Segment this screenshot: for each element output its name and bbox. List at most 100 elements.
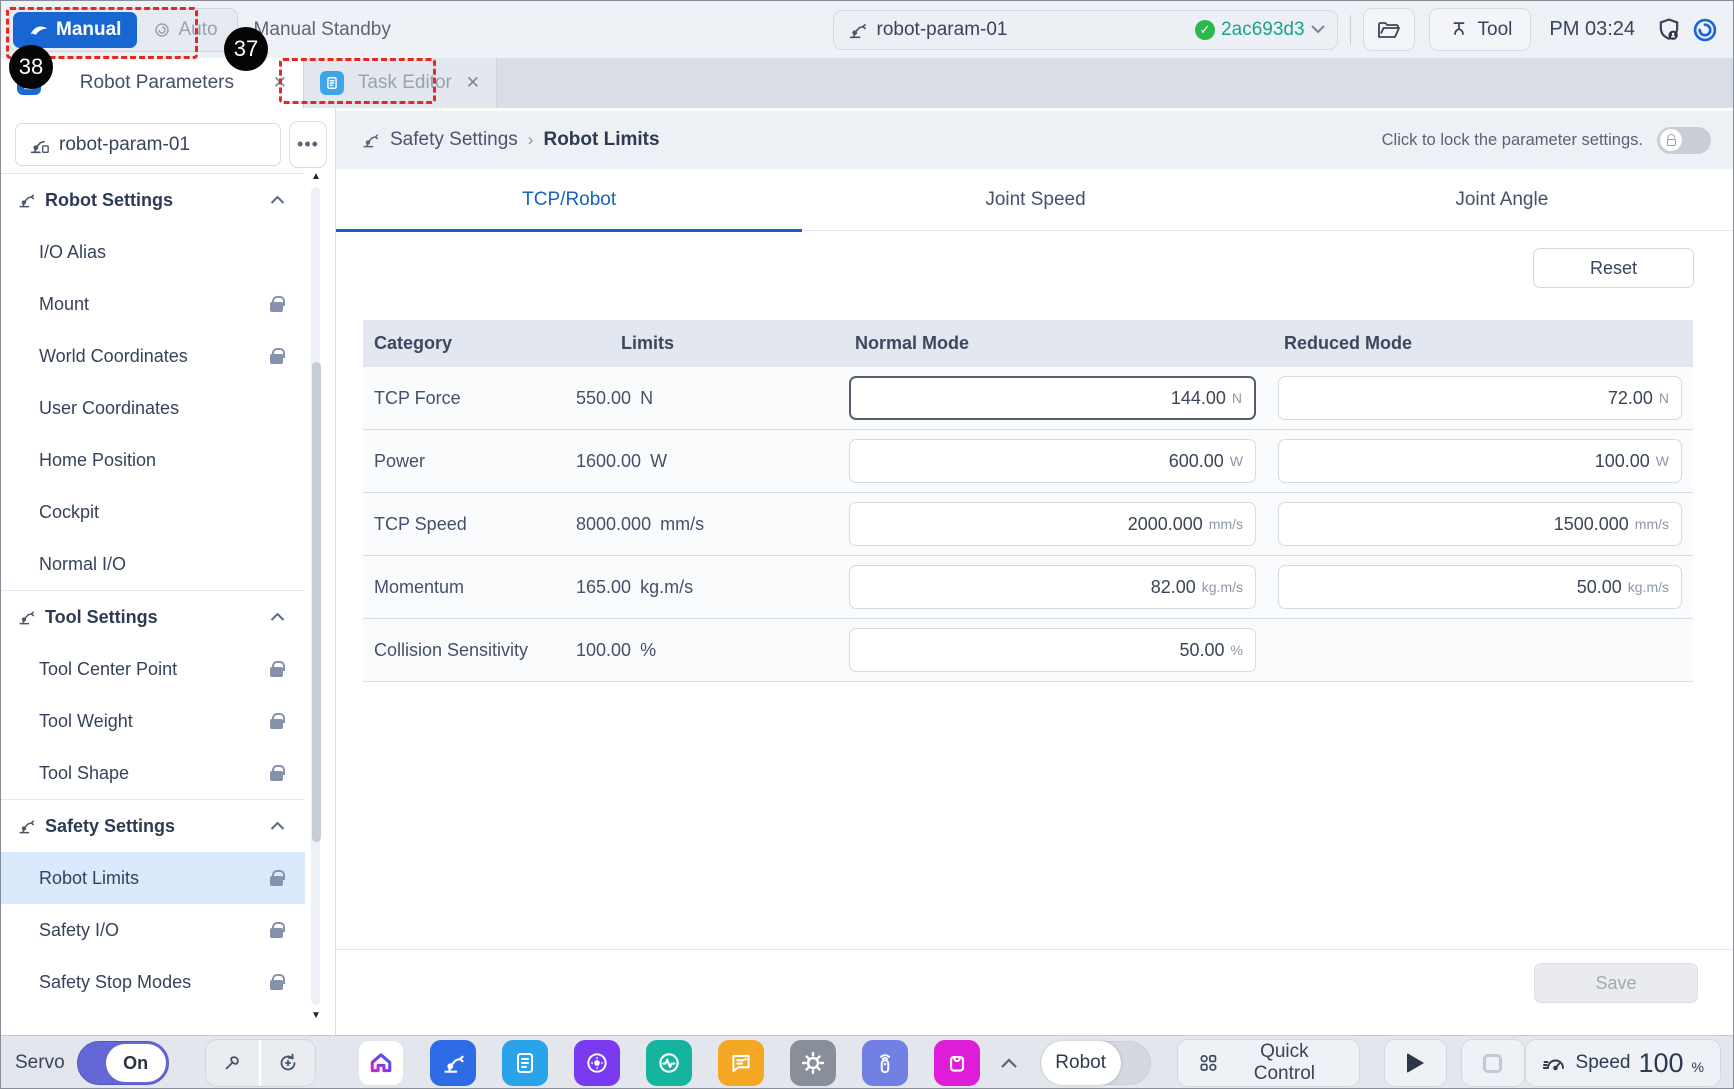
- commit-id: 2ac693d3: [1221, 19, 1304, 41]
- sidebar-item-safety-io[interactable]: Safety I/O: [1, 904, 305, 956]
- app-window: Manual Auto Manual Standby robot-param-0…: [0, 0, 1734, 1089]
- reduced-mode-input[interactable]: 72.00N: [1278, 376, 1682, 420]
- chevron-right-icon: ›: [528, 130, 534, 150]
- close-icon[interactable]: ✕: [466, 73, 480, 93]
- chevron-down-icon: [1311, 25, 1325, 34]
- reduced-mode-input[interactable]: 100.00W: [1278, 439, 1682, 483]
- col-normal-mode: Normal Mode: [849, 333, 1270, 354]
- normal-mode-input[interactable]: 82.00kg.m/s: [849, 565, 1256, 609]
- scroll-down-arrow[interactable]: ▼: [310, 1010, 322, 1021]
- sidebar-item-robot-limits[interactable]: Robot Limits: [1, 852, 305, 904]
- section-header-safety-settings[interactable]: Safety Settings: [1, 800, 305, 852]
- log-app-icon[interactable]: [718, 1040, 764, 1086]
- tab-tcp-robot[interactable]: TCP/Robot: [336, 169, 802, 230]
- workspace-tab-bar: Robot Parameters ✕ Task Editor ✕: [1, 58, 1733, 108]
- parameter-file-selector[interactable]: robot-param-01 ✓ 2ac693d3: [833, 10, 1338, 50]
- row-category: TCP Speed: [363, 514, 576, 535]
- lock-icon: [270, 980, 283, 990]
- toggle-knob: [1660, 129, 1682, 151]
- more-icon: •••: [297, 134, 319, 154]
- row-limit: 1600.00W: [576, 451, 849, 472]
- quick-control-button[interactable]: Quick Control: [1177, 1039, 1361, 1087]
- param-name-label: robot-param-01: [59, 134, 190, 156]
- sidebar-more-button[interactable]: •••: [289, 121, 327, 168]
- remote-control-app-icon[interactable]: [862, 1040, 908, 1086]
- sidebar-item-safety-stop-modes[interactable]: Safety Stop Modes: [1, 956, 305, 1008]
- robot-toggle-label: Robot: [1041, 1041, 1121, 1085]
- col-limits: Limits: [576, 333, 849, 354]
- main-header: Safety Settings › Robot Limits Click to …: [336, 111, 1734, 169]
- servo-toggle[interactable]: On: [77, 1041, 169, 1085]
- normal-mode-input[interactable]: 2000.000mm/s: [849, 502, 1256, 546]
- sidebar-item-normal-io[interactable]: Normal I/O: [1, 538, 305, 590]
- speed-button[interactable]: Speed 100 %: [1525, 1039, 1721, 1087]
- col-category: Category: [363, 333, 576, 354]
- home-icon[interactable]: [358, 1040, 404, 1086]
- dock-collapse-chevron[interactable]: [1000, 1058, 1018, 1069]
- sidebar-item-tool-weight[interactable]: Tool Weight: [1, 695, 305, 747]
- open-file-button[interactable]: [1363, 8, 1415, 51]
- robot-status-text: Manual Standby: [254, 19, 391, 41]
- stop-button[interactable]: [1461, 1039, 1524, 1087]
- tool-button[interactable]: Tool: [1429, 8, 1532, 51]
- update-button[interactable]: [261, 1040, 315, 1086]
- jog-app-icon[interactable]: [574, 1040, 620, 1086]
- robot-app-icon[interactable]: [430, 1040, 476, 1086]
- commit-status[interactable]: ✓ 2ac693d3: [1195, 19, 1324, 41]
- divider: [1350, 15, 1351, 45]
- table-header-row: Category Limits Normal Mode Reduced Mode: [363, 320, 1693, 367]
- breadcrumb-parent[interactable]: Safety Settings: [390, 129, 518, 151]
- monitoring-app-icon[interactable]: [646, 1040, 692, 1086]
- sidebar-item-tool-shape[interactable]: Tool Shape: [1, 747, 305, 799]
- folder-icon: [1377, 20, 1401, 40]
- sidebar-item-io-alias[interactable]: I/O Alias: [1, 226, 305, 278]
- speed-label: Speed: [1576, 1052, 1631, 1074]
- safety-shield-icon[interactable]: [1651, 12, 1687, 48]
- wrench-button[interactable]: [206, 1040, 260, 1086]
- reset-button[interactable]: Reset: [1533, 248, 1694, 288]
- lock-hint: Click to lock the parameter settings.: [1382, 127, 1711, 154]
- stop-icon: [1483, 1054, 1502, 1073]
- normal-mode-input[interactable]: 50.00%: [849, 628, 1256, 672]
- section-title: Safety Settings: [45, 816, 175, 837]
- table-row: Momentum 165.00kg.m/s 82.00kg.m/s 50.00k…: [363, 556, 1693, 619]
- sidebar-item-tool-center-point[interactable]: Tool Center Point: [1, 643, 305, 695]
- table-row: TCP Force 550.00N 144.00N 72.00N: [363, 367, 1693, 430]
- play-button[interactable]: [1384, 1039, 1447, 1087]
- normal-mode-input[interactable]: 600.00W: [849, 439, 1256, 483]
- section-header-tool-settings[interactable]: Tool Settings: [1, 591, 305, 643]
- main-panel: Safety Settings › Robot Limits Click to …: [336, 108, 1734, 1035]
- scrollbar-thumb[interactable]: [312, 362, 321, 842]
- reduced-mode-input[interactable]: 50.00kg.m/s: [1278, 565, 1682, 609]
- param-name-field[interactable]: robot-param-01: [15, 123, 281, 166]
- reduced-mode-input[interactable]: 1500.000mm/s: [1278, 502, 1682, 546]
- row-category: Power: [363, 451, 576, 472]
- store-app-icon[interactable]: [934, 1040, 980, 1086]
- scroll-up-arrow[interactable]: ▲: [310, 171, 322, 182]
- servo-label: Servo: [15, 1052, 65, 1074]
- section-title: Tool Settings: [45, 607, 158, 628]
- sidebar-item-user-coordinates[interactable]: User Coordinates: [1, 382, 305, 434]
- scrollbar-track[interactable]: [311, 187, 320, 1005]
- sidebar-item-world-coordinates[interactable]: World Coordinates: [1, 330, 305, 382]
- save-divider: [336, 949, 1734, 950]
- tab-joint-angle[interactable]: Joint Angle: [1269, 169, 1734, 230]
- normal-mode-input[interactable]: 144.00N: [849, 376, 1256, 420]
- sidebar-item-mount[interactable]: Mount: [1, 278, 305, 330]
- task-editor-app-icon[interactable]: [502, 1040, 548, 1086]
- settings-app-icon[interactable]: [790, 1040, 836, 1086]
- robot-mode-toggle[interactable]: Robot: [1040, 1041, 1151, 1085]
- parameter-lock-toggle[interactable]: [1657, 127, 1711, 154]
- bottom-bar: Servo On: [1, 1035, 1733, 1089]
- power-swirl-icon[interactable]: [1687, 12, 1723, 48]
- sidebar-item-home-position[interactable]: Home Position: [1, 434, 305, 486]
- limits-table: Category Limits Normal Mode Reduced Mode…: [363, 320, 1693, 682]
- lock-icon: [270, 354, 283, 364]
- section-robot-settings: Robot Settings I/O Alias Mount World Coo…: [1, 174, 305, 590]
- tab-joint-speed[interactable]: Joint Speed: [802, 169, 1268, 230]
- save-button[interactable]: Save: [1534, 963, 1698, 1003]
- section-header-robot-settings[interactable]: Robot Settings: [1, 174, 305, 226]
- row-category: Collision Sensitivity: [363, 640, 576, 661]
- sidebar-item-cockpit[interactable]: Cockpit: [1, 486, 305, 538]
- gripper-icon: [1448, 19, 1470, 41]
